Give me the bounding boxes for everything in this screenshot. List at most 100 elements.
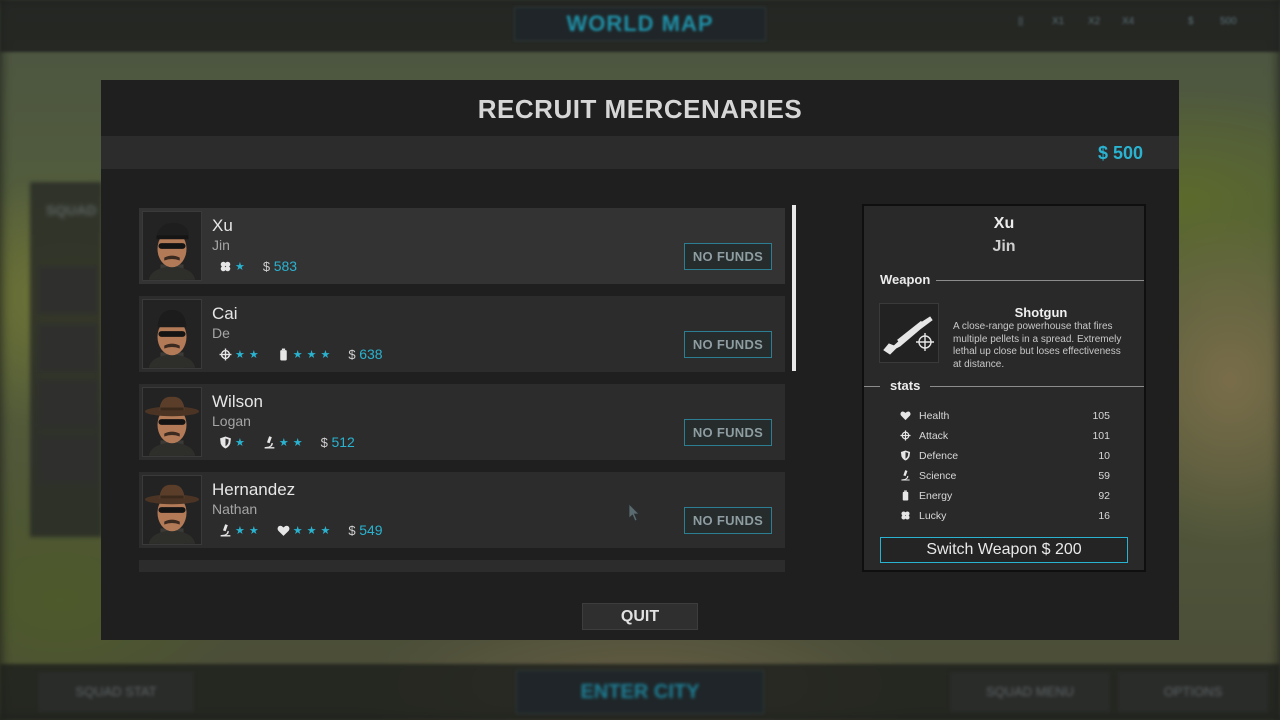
mercenary-detail-panel: Xu Jin Weapon Shotgun A close-range powe…: [862, 204, 1146, 572]
star-icon: ★: [235, 260, 245, 273]
squad-row: [38, 324, 98, 372]
money-bar: $ 500: [101, 136, 1179, 169]
pause-icon: ||: [1018, 16, 1024, 27]
options-button: OPTIONS: [1118, 672, 1268, 712]
star-icon: ★: [292, 436, 303, 449]
stat-rating: ★ ★ ★: [277, 348, 335, 361]
mercenary-card[interactable]: Hernandez Nathan ★ ★ ★ ★ ★ $ 549 NO FUNDS: [139, 472, 785, 548]
dialog-title: RECRUIT MERCENARIES: [477, 94, 803, 124]
mercenary-first-name: Wilson: [212, 392, 264, 411]
star-icon: ★: [278, 436, 289, 449]
star-icon: ★: [235, 348, 245, 361]
stat-rating: ★ ★: [219, 523, 263, 537]
star-icon: ★: [320, 524, 331, 537]
quit-button[interactable]: QUIT: [582, 603, 698, 630]
mercenary-card[interactable]: Cai De ★ ★ ★ ★ ★ $ 638 NO FUNDS: [139, 296, 785, 372]
stat-label: Lucky: [919, 510, 947, 522]
list-scrollbar[interactable]: [792, 205, 796, 371]
stat-value: 59: [1098, 470, 1110, 482]
cost-currency: $: [348, 347, 356, 362]
squad-panel-title: SQUAD: [46, 202, 97, 218]
mercenary-cost: $ 549: [348, 522, 382, 538]
star-icon: ★: [292, 348, 303, 361]
star-icon: ★: [235, 524, 245, 537]
science-icon: [263, 435, 279, 449]
squad-row: [38, 436, 98, 484]
mercenary-stats: ★ ★ ★ ★ ★ $ 549: [219, 522, 383, 538]
star-icon: ★: [320, 348, 331, 361]
mercenary-portrait: [142, 387, 202, 457]
detail-last-name: Jin: [992, 238, 1016, 255]
weapon-header: Weapon: [864, 272, 1144, 288]
divider: [936, 280, 1144, 281]
mercenary-cost: $ 512: [321, 434, 355, 450]
cost-value: 549: [359, 522, 383, 538]
divider: [864, 386, 880, 387]
mercenary-card[interactable]: [139, 560, 785, 572]
stat-rating: ★: [219, 436, 249, 449]
stat-row: Defence 10: [900, 448, 1110, 464]
stat-row: Lucky 16: [900, 508, 1110, 524]
no-funds-button[interactable]: NO FUNDS: [684, 331, 772, 358]
star-icon: ★: [306, 348, 317, 361]
no-funds-button[interactable]: NO FUNDS: [684, 419, 772, 446]
cost-value: 583: [273, 258, 298, 274]
stat-row: Energy 92: [900, 488, 1110, 504]
mercenary-last-name: Jin: [212, 237, 230, 253]
mercenary-cost: $ 583: [263, 258, 297, 274]
enter-city-button: ENTER CITY: [516, 670, 764, 714]
speed-x2: X2: [1088, 16, 1101, 27]
mercenary-list[interactable]: Xu Jin ★ $ 583 NO FUNDS Cai De ★ ★ ★ ★ ★ $ 638 NO FUN…: [139, 208, 785, 572]
stat-value: 10: [1098, 450, 1110, 462]
stats-header-label: stats: [890, 378, 921, 393]
squad-row: [38, 380, 98, 428]
stat-rating: ★ ★: [219, 348, 263, 361]
mercenary-portrait: [142, 211, 202, 281]
detail-first-name: Xu: [993, 215, 1015, 232]
stats-header: stats: [864, 378, 1144, 394]
mercenary-portrait: [142, 475, 202, 545]
star-icon: ★: [248, 524, 259, 537]
health-icon: [277, 524, 293, 537]
no-funds-button[interactable]: NO FUNDS: [684, 243, 772, 270]
star-icon: ★: [248, 348, 259, 361]
cost-currency: $: [320, 435, 328, 450]
stat-label: Science: [919, 470, 957, 482]
mercenary-first-name: Cai: [212, 304, 238, 323]
switch-weapon-button[interactable]: Switch Weapon $ 200: [880, 537, 1128, 563]
star-icon: ★: [292, 524, 303, 537]
player-money: $ 500: [1097, 143, 1143, 163]
cost-currency: $: [262, 259, 271, 274]
stat-rating: ★ ★ ★: [277, 524, 335, 537]
top-money: 500: [1220, 16, 1237, 27]
cost-currency: $: [348, 523, 356, 538]
divider: [930, 386, 1144, 387]
mercenary-card[interactable]: Wilson Logan ★ ★ ★ $ 512 NO FUNDS: [139, 384, 785, 460]
weapon-description: A close-range powerhouse that fires mult…: [953, 321, 1122, 371]
stat-value: 92: [1098, 490, 1110, 502]
mercenary-card[interactable]: Xu Jin ★ $ 583 NO FUNDS: [139, 208, 785, 284]
mouse-cursor-icon: [628, 503, 640, 522]
stat-label: Health: [919, 410, 950, 422]
no-funds-button[interactable]: NO FUNDS: [684, 507, 772, 534]
star-icon: ★: [235, 436, 245, 449]
squad-stat-button: SQUAD STAT: [38, 672, 194, 712]
speed-x1: X1: [1052, 16, 1065, 27]
mercenary-portrait: [142, 299, 202, 369]
stat-row: Science 59: [900, 468, 1110, 484]
stat-row: Health 105: [900, 408, 1110, 424]
mercenary-first-name: Xu: [212, 216, 233, 235]
cost-value: 512: [331, 434, 355, 450]
weapon-name: Shotgun: [1014, 305, 1068, 320]
stat-label: Defence: [919, 450, 959, 462]
world-map-title: WORLD MAP: [514, 7, 766, 41]
mercenary-last-name: Logan: [212, 413, 251, 429]
mercenary-cost: $ 638: [348, 346, 382, 362]
attack-icon: [219, 348, 235, 361]
mercenary-first-name: Hernandez: [212, 480, 296, 499]
stat-value: 101: [1092, 430, 1110, 442]
squad-row: [38, 266, 98, 314]
stat-value: 105: [1092, 410, 1110, 422]
stat-rating: ★: [219, 260, 249, 273]
speed-x4: X4: [1122, 16, 1135, 27]
